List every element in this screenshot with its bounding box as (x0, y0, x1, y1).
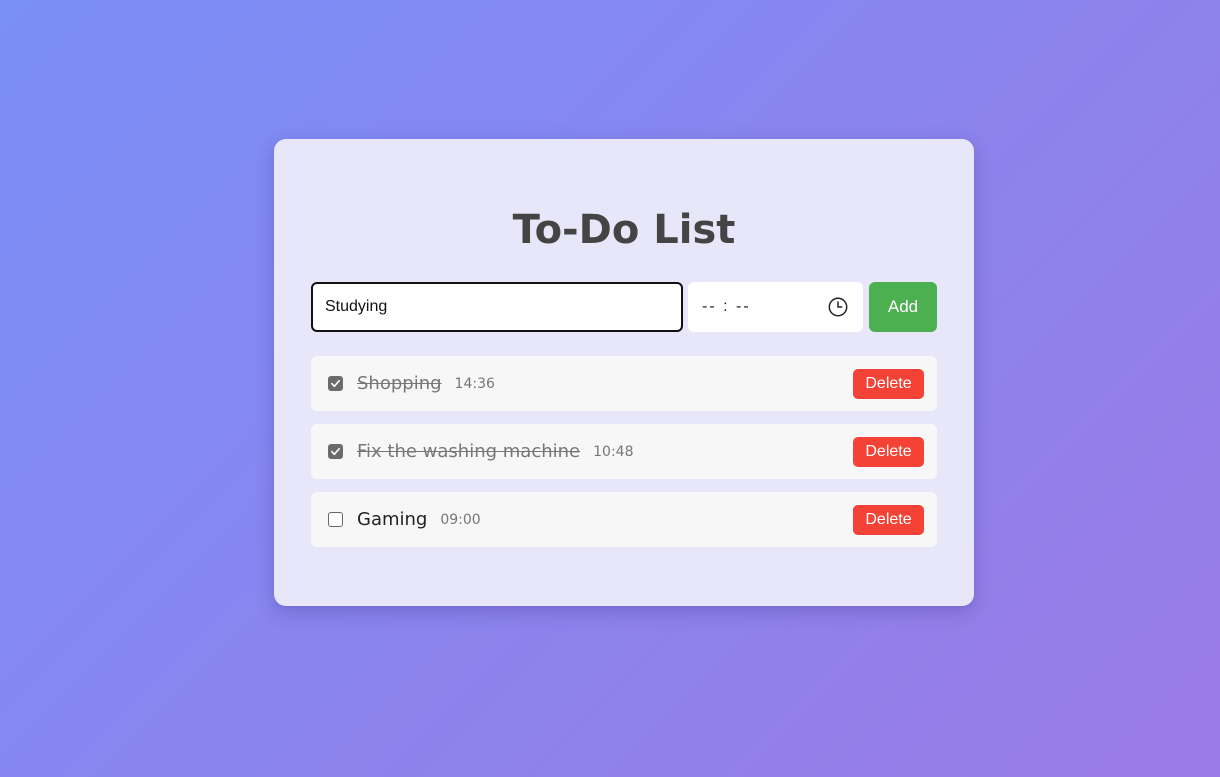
page-title: To-Do List (512, 207, 736, 253)
check-icon (331, 379, 340, 388)
task-item: Shopping 14:36 Delete (311, 356, 937, 411)
task-time: 09:00 (440, 511, 481, 528)
task-checkbox[interactable] (328, 512, 343, 527)
task-name: Shopping (357, 373, 442, 394)
todo-card: To-Do List -- : -- Add Shopping 14:36 De… (274, 139, 974, 606)
task-list: Shopping 14:36 Delete Fix the washing ma… (311, 356, 937, 560)
task-checkbox[interactable] (328, 376, 343, 391)
task-item: Fix the washing machine 10:48 Delete (311, 424, 937, 479)
delete-button[interactable]: Delete (853, 368, 924, 399)
task-name: Fix the washing machine (357, 441, 581, 462)
delete-button[interactable]: Delete (853, 504, 924, 535)
task-time: 10:48 (593, 443, 634, 460)
time-input[interactable]: -- : -- (688, 282, 863, 332)
task-input[interactable] (311, 282, 683, 332)
task-time: 14:36 (454, 375, 495, 392)
task-checkbox[interactable] (328, 444, 343, 459)
check-icon (331, 447, 340, 456)
clock-icon[interactable] (827, 296, 849, 318)
task-item: Gaming 09:00 Delete (311, 492, 937, 547)
add-button[interactable]: Add (869, 282, 937, 332)
time-input-value: -- : -- (702, 298, 751, 315)
task-name: Gaming (357, 509, 428, 530)
delete-button[interactable]: Delete (853, 436, 924, 467)
